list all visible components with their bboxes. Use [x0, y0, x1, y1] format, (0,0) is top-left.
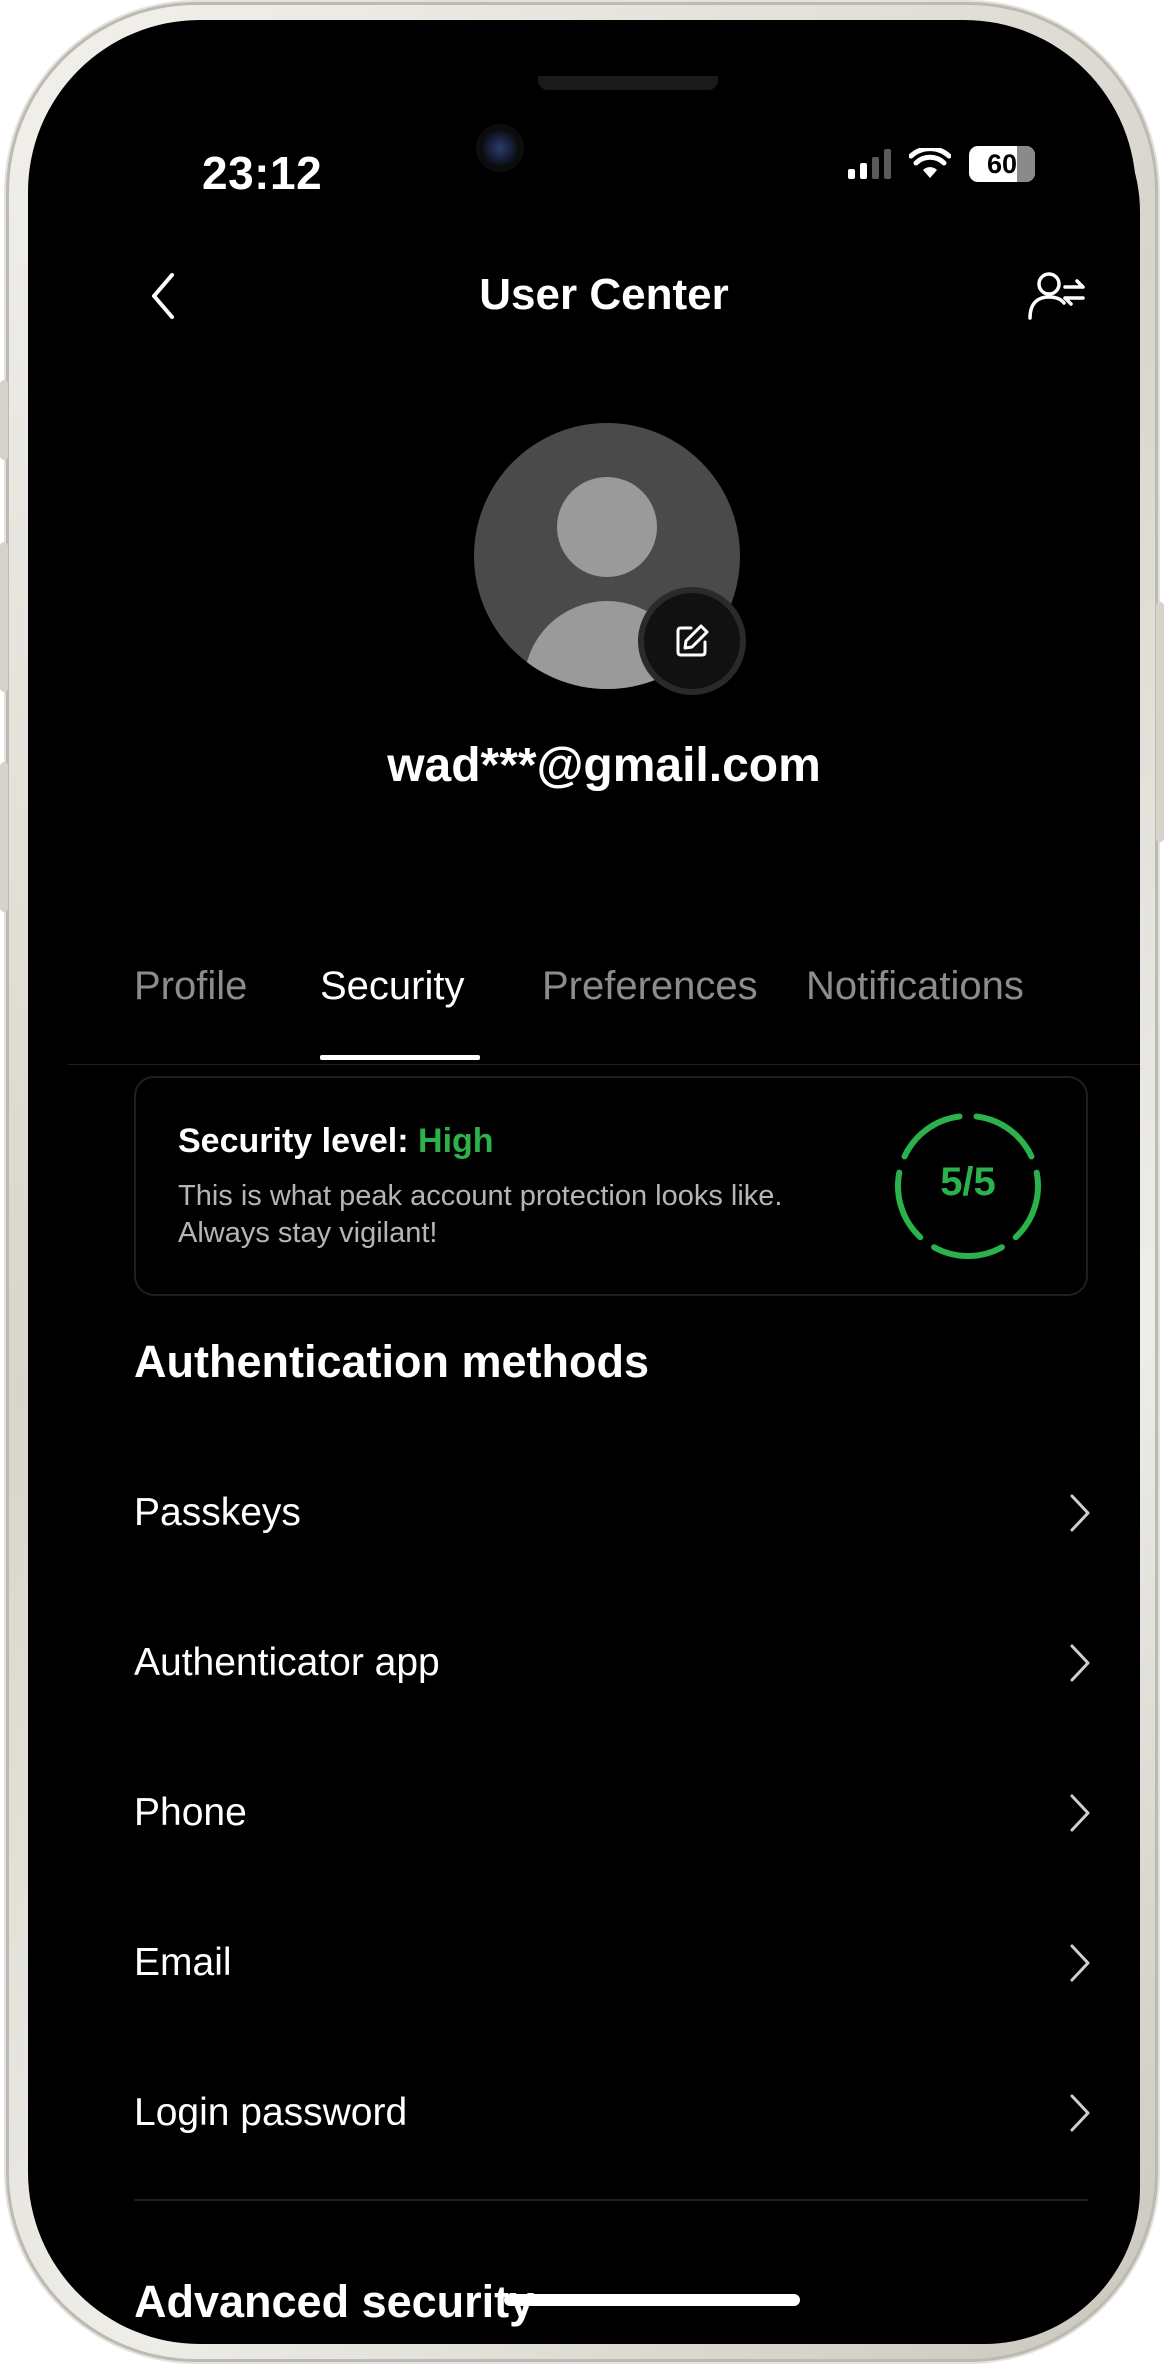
home-indicator[interactable] — [504, 2294, 800, 2306]
chevron-right-icon — [1060, 1490, 1100, 1536]
tab-security[interactable]: Security — [320, 964, 465, 1009]
tab-preferences[interactable]: Preferences — [542, 964, 758, 1009]
volume-down-button — [0, 762, 8, 912]
security-level: Security level: High — [178, 1122, 494, 1161]
auth-item-email[interactable]: Email — [134, 1888, 1100, 2038]
auth-methods-list: Passkeys Authenticator app Phone Email L… — [134, 1438, 1100, 2188]
status-icons: 60 — [848, 146, 1035, 182]
security-level-value: High — [418, 1122, 494, 1160]
front-camera — [480, 128, 520, 168]
security-level-card: Security level: High This is what peak a… — [134, 1076, 1088, 1296]
status-time: 23:12 — [202, 147, 323, 199]
action-button — [0, 380, 8, 460]
power-button — [1156, 602, 1164, 842]
auth-item-passkeys[interactable]: Passkeys — [134, 1438, 1100, 1588]
tab-profile[interactable]: Profile — [134, 964, 247, 1009]
cellular-signal-icon — [848, 149, 891, 179]
account-email: wad***@gmail.com — [387, 739, 821, 792]
score-ring-segment — [901, 1113, 963, 1160]
switch-account-button[interactable] — [1022, 264, 1092, 328]
auth-item-label: Phone — [134, 1791, 247, 1834]
battery-icon: 60 — [969, 146, 1035, 182]
auth-item-label: Login password — [134, 2091, 408, 2134]
chevron-right-icon — [1060, 2090, 1100, 2136]
phone-frame: 23:12 60 User Center wad***@gmail.com Pr… — [0, 2, 1164, 2362]
volume-up-button — [0, 542, 8, 692]
security-level-label: Security level: — [178, 1122, 409, 1160]
edit-icon — [676, 624, 709, 657]
score-ring-segment — [973, 1113, 1035, 1160]
tab-bar: Profile Security Preferences Notificatio… — [68, 936, 1140, 1065]
security-score: 5/5 — [940, 1160, 996, 1204]
auth-item-label: Email — [134, 1941, 232, 1984]
avatar-container — [474, 423, 740, 689]
page-title: User Center — [479, 270, 729, 319]
user-switch-icon — [1028, 272, 1085, 320]
top-nav: User Center — [68, 256, 1140, 336]
tab-notifications[interactable]: Notifications — [806, 964, 1024, 1009]
advanced-security-title: Advanced security — [134, 2276, 535, 2327]
auth-item-label: Passkeys — [134, 1491, 301, 1534]
active-tab-indicator — [320, 1055, 480, 1060]
chevron-right-icon — [1060, 1940, 1100, 1986]
edit-avatar-button[interactable] — [644, 593, 740, 689]
auth-methods-title: Authentication methods — [134, 1336, 649, 1387]
screen: 23:12 60 User Center wad***@gmail.com Pr… — [68, 56, 1140, 2344]
security-description: This is what peak account protection loo… — [178, 1180, 783, 1249]
battery-indicator: 60 — [969, 146, 1035, 182]
auth-item-label: Authenticator app — [134, 1641, 440, 1684]
security-score-ring: 5/5 — [892, 1110, 1044, 1262]
auth-item-authenticator-app[interactable]: Authenticator app — [134, 1588, 1100, 1738]
auth-item-login-password[interactable]: Login password — [134, 2038, 1100, 2188]
chevron-right-icon — [1060, 1640, 1100, 1686]
wifi-icon — [909, 148, 951, 178]
battery-level: 60 — [986, 148, 1018, 179]
chevron-right-icon — [1060, 1790, 1100, 1836]
score-ring-segment — [931, 1244, 1005, 1259]
section-divider — [134, 2199, 1088, 2201]
speaker-slot — [538, 76, 718, 90]
auth-item-phone[interactable]: Phone — [134, 1738, 1100, 1888]
phone-bezel: 23:12 60 User Center wad***@gmail.com Pr… — [28, 20, 1140, 2344]
